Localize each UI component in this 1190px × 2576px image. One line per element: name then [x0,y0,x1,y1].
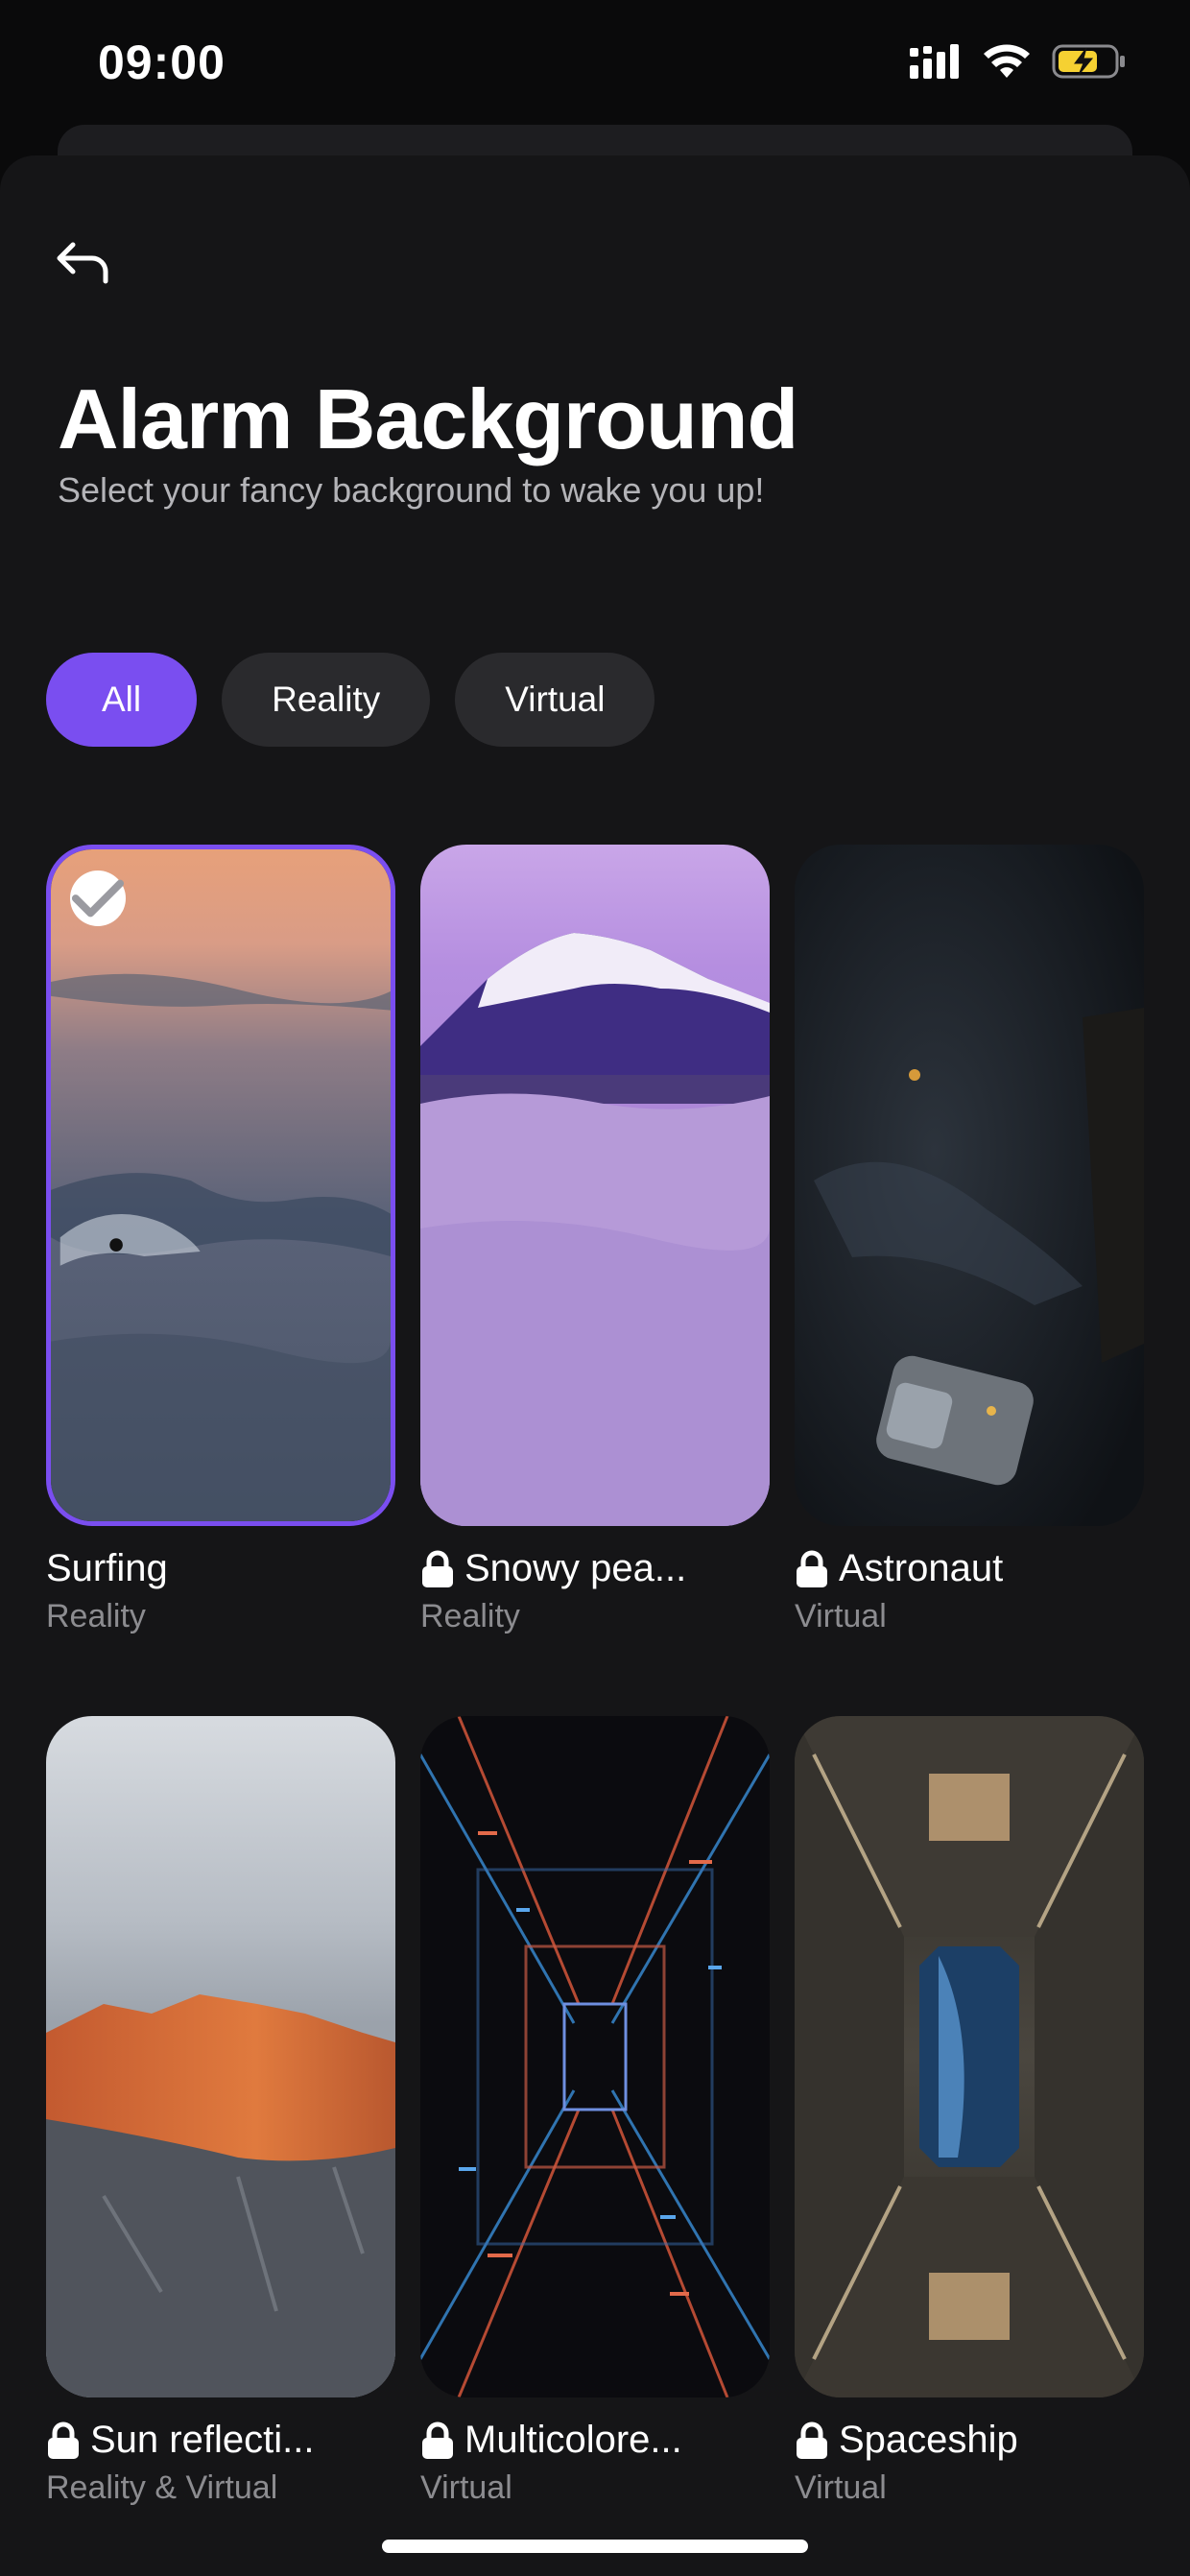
thumbnail-spaceship[interactable] [795,1716,1144,2397]
battery-charging-icon [1052,42,1129,85]
card-category: Reality [46,1598,146,1634]
card-category: Reality [420,1598,520,1634]
card-category: Virtual [420,2469,512,2506]
card-title: Surfing [46,1547,395,1590]
background-card-sun-reflection[interactable]: Sun reflecti... Reality & Virtual [46,1716,395,2507]
lock-icon [422,1550,453,1587]
card-title: Sun reflecti... [46,2419,395,2462]
selected-check-badge [70,871,126,926]
background-card-snowy-peak[interactable]: Snowy pea... Reality [420,845,770,1635]
filter-chip-virtual[interactable]: Virtual [455,653,655,747]
lock-icon [48,2421,79,2459]
thumbnail-multicolored[interactable] [420,1716,770,2397]
check-icon [71,879,125,918]
status-icons [910,42,1129,85]
card-title-text: Snowy pea... [464,1547,687,1589]
thumbnail-astronaut[interactable] [795,845,1144,1526]
signal-icon [910,44,962,83]
home-indicator[interactable] [382,2540,808,2553]
card-title-text: Sun reflecti... [90,2419,315,2461]
wifi-icon [983,43,1031,84]
card-title-text: Multicolore... [464,2419,682,2461]
background-card-spaceship[interactable]: Spaceship Virtual [795,1716,1144,2507]
lock-icon [797,2421,827,2459]
card-category: Reality & Virtual [46,2469,278,2506]
card-category: Virtual [795,2469,887,2506]
status-bar: 09:00 [0,0,1190,125]
filter-chip-all[interactable]: All [46,653,198,747]
lock-icon [422,2421,453,2459]
status-time: 09:00 [98,36,226,89]
page-title: Alarm Background [58,371,798,466]
card-title-text: Spaceship [839,2419,1018,2461]
background-card-astronaut[interactable]: Astronaut Virtual [795,845,1144,1635]
filter-chips: All Reality Virtual [46,653,655,747]
background-card-multicolored[interactable]: Multicolore... Virtual [420,1716,770,2507]
back-button[interactable] [50,234,117,292]
thumbnail-surfing[interactable] [46,845,395,1526]
thumbnail-sun-reflection[interactable] [46,1716,395,2397]
card-title: Multicolore... [420,2419,770,2462]
card-title: Spaceship [795,2419,1144,2462]
thumbnail-snowy-peak[interactable] [420,845,770,1526]
back-arrow-icon [57,242,108,284]
card-title: Snowy pea... [420,1547,770,1590]
card-title-text: Surfing [46,1547,168,1589]
card-title: Astronaut [795,1547,1144,1590]
lock-icon [797,1550,827,1587]
card-category: Virtual [795,1598,887,1634]
card-title-text: Astronaut [839,1547,1004,1589]
page-subtitle: Select your fancy background to wake you… [58,470,765,510]
filter-chip-reality[interactable]: Reality [222,653,431,747]
background-card-surfing[interactable]: Surfing Reality [46,845,395,1635]
